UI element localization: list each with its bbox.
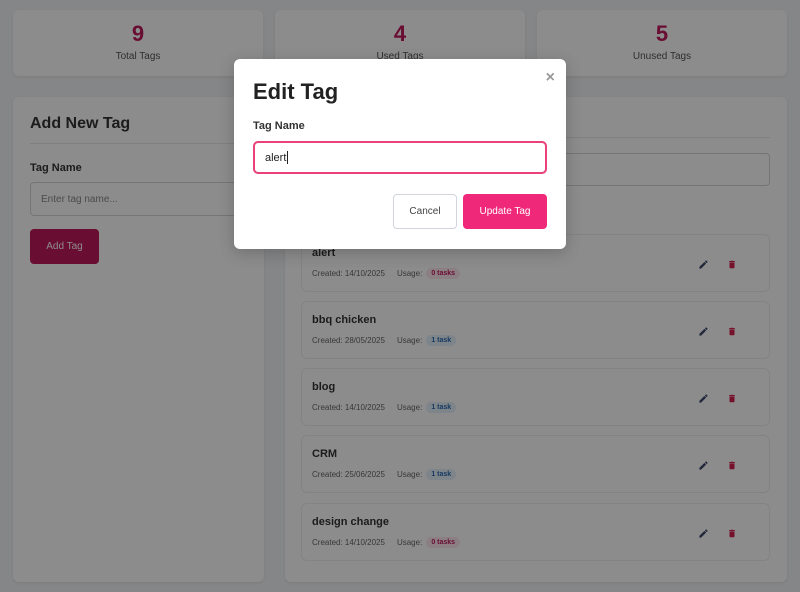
text-caret xyxy=(287,151,289,164)
close-icon[interactable]: × xyxy=(546,69,555,87)
modal-input-value: alert xyxy=(265,151,287,164)
edit-tag-modal: Edit Tag × Tag Name alert Cancel Update … xyxy=(234,59,566,249)
modal-tag-name-label: Tag Name xyxy=(253,120,305,132)
modal-title: Edit Tag xyxy=(253,79,339,104)
modal-tag-name-input[interactable]: alert xyxy=(253,141,547,174)
update-tag-button[interactable]: Update Tag xyxy=(463,194,547,229)
cancel-button[interactable]: Cancel xyxy=(393,194,457,229)
